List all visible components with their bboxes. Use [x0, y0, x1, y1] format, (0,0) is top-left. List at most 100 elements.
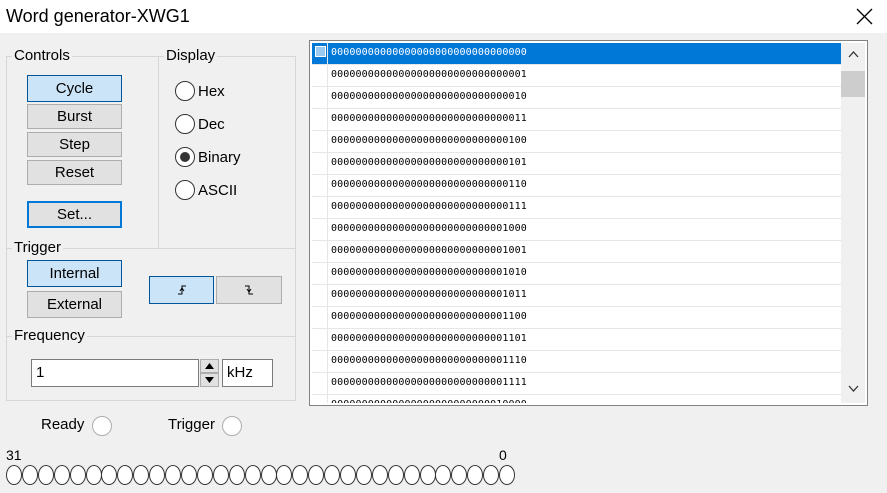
- radio-hex[interactable]: Hex: [175, 80, 225, 102]
- bit-indicator: [483, 465, 500, 485]
- frequency-input[interactable]: 1: [31, 359, 199, 387]
- close-button[interactable]: [841, 0, 887, 33]
- trigger-status-label: Trigger: [168, 416, 215, 433]
- word-value: 00000000000000000000000000000100: [331, 135, 527, 146]
- bit-indicator: [6, 465, 22, 485]
- internal-button[interactable]: Internal: [27, 260, 122, 287]
- row-gutter: [312, 87, 328, 108]
- ready-label: Ready: [41, 416, 85, 433]
- bit-indicator: [467, 465, 484, 485]
- word-value: 00000000000000000000000000000000: [331, 47, 527, 58]
- falling-edge-button[interactable]: [216, 276, 282, 304]
- burst-button[interactable]: Burst: [27, 104, 122, 129]
- falling-edge-icon: [245, 285, 253, 295]
- word-row[interactable]: 00000000000000000000000000001010: [312, 263, 841, 285]
- bit-indicator: [69, 465, 86, 485]
- scroll-thumb[interactable]: [841, 71, 865, 97]
- word-value: 00000000000000000000000000001110: [331, 355, 527, 366]
- radio-dec-indicator: [175, 114, 195, 134]
- word-row[interactable]: 00000000000000000000000000001111: [312, 373, 841, 395]
- bit-indicator: [101, 465, 118, 485]
- external-button[interactable]: External: [27, 291, 122, 318]
- word-row[interactable]: 00000000000000000000000000001101: [312, 329, 841, 351]
- word-row[interactable]: 00000000000000000000000000001011: [312, 285, 841, 307]
- row-gutter: [312, 219, 328, 240]
- row-gutter: [312, 263, 328, 284]
- bit-indicator: [387, 465, 404, 485]
- radio-hex-label: Hex: [198, 82, 225, 100]
- frequency-unit[interactable]: kHz: [222, 359, 273, 387]
- bit-indicator: [228, 465, 245, 485]
- radio-ascii-label: ASCII: [198, 181, 238, 199]
- bit-low-label: 0: [499, 447, 507, 463]
- arrow-up-icon: [205, 363, 214, 369]
- radio-ascii[interactable]: ASCII: [175, 179, 237, 201]
- word-value: 00000000000000000000000000000111: [331, 201, 527, 212]
- bit-indicator: [196, 465, 213, 485]
- radio-dec[interactable]: Dec: [175, 113, 225, 135]
- bit-indicator: [324, 465, 341, 485]
- row-gutter: [312, 241, 328, 262]
- bit-indicator: [276, 465, 293, 485]
- word-row[interactable]: 00000000000000000000000000010000: [312, 395, 841, 403]
- step-button[interactable]: Step: [27, 132, 122, 157]
- window-title: Word generator-XWG1: [6, 6, 190, 26]
- scroll-down-button[interactable]: [841, 379, 865, 399]
- frequency-down-button[interactable]: [200, 373, 219, 387]
- row-gutter: [312, 131, 328, 152]
- word-row[interactable]: 00000000000000000000000000000111: [312, 197, 841, 219]
- word-row[interactable]: 00000000000000000000000000000011: [312, 109, 841, 131]
- radio-binary-indicator: [175, 147, 195, 167]
- bit-indicator: [340, 465, 357, 485]
- bit-indicator: [149, 465, 166, 485]
- row-gutter: [312, 43, 328, 64]
- row-gutter: [312, 285, 328, 306]
- row-gutter: [312, 329, 328, 350]
- cycle-button[interactable]: Cycle: [27, 75, 122, 102]
- word-value: 00000000000000000000000000001010: [331, 267, 527, 278]
- set-button[interactable]: Set...: [27, 201, 122, 228]
- bit-indicator: [37, 465, 54, 485]
- word-row[interactable]: 00000000000000000000000000001100: [312, 307, 841, 329]
- bit-indicator: [260, 465, 277, 485]
- frequency-up-button[interactable]: [200, 359, 219, 373]
- bit-indicator: [499, 465, 516, 485]
- radio-dec-label: Dec: [198, 115, 225, 133]
- radio-binary[interactable]: Binary: [175, 146, 241, 168]
- rising-edge-button[interactable]: [149, 276, 214, 304]
- display-label: Display: [164, 47, 218, 64]
- bit-indicator: [355, 465, 372, 485]
- row-gutter: [312, 153, 328, 174]
- word-row[interactable]: 00000000000000000000000000000100: [312, 131, 841, 153]
- bit-indicator: [244, 465, 261, 485]
- word-row[interactable]: 00000000000000000000000000000110: [312, 175, 841, 197]
- current-row-marker-icon: [315, 46, 326, 57]
- ready-indicator: [92, 416, 112, 436]
- bit-indicator: [212, 465, 229, 485]
- word-row[interactable]: 00000000000000000000000000001110: [312, 351, 841, 373]
- title-bar: Word generator-XWG1: [0, 0, 887, 33]
- reset-button[interactable]: Reset: [27, 160, 122, 185]
- arrow-down-icon: [205, 377, 214, 383]
- word-value: 00000000000000000000000000001101: [331, 333, 527, 344]
- word-row[interactable]: 00000000000000000000000000000101: [312, 153, 841, 175]
- scroll-up-button[interactable]: [841, 45, 865, 65]
- word-row[interactable]: 00000000000000000000000000001000: [312, 219, 841, 241]
- word-row[interactable]: 00000000000000000000000000000000: [312, 43, 841, 65]
- word-row[interactable]: 00000000000000000000000000001001: [312, 241, 841, 263]
- word-list[interactable]: 00000000000000000000000000000000 00000000…: [312, 43, 841, 403]
- bit-indicator: [371, 465, 388, 485]
- word-row[interactable]: 00000000000000000000000000000010: [312, 87, 841, 109]
- word-value: 00000000000000000000000000000001: [331, 69, 527, 80]
- row-gutter: [312, 373, 328, 394]
- trigger-indicator: [222, 416, 242, 436]
- row-gutter: [312, 307, 328, 328]
- word-value: 00000000000000000000000000010000: [331, 399, 527, 403]
- word-value: 00000000000000000000000000001111: [331, 377, 527, 388]
- vertical-scrollbar[interactable]: [841, 43, 865, 403]
- word-row[interactable]: 00000000000000000000000000000001: [312, 65, 841, 87]
- radio-binary-label: Binary: [198, 148, 241, 166]
- bit-indicator: [117, 465, 134, 485]
- row-gutter: [312, 197, 328, 218]
- bit-indicator: [308, 465, 325, 485]
